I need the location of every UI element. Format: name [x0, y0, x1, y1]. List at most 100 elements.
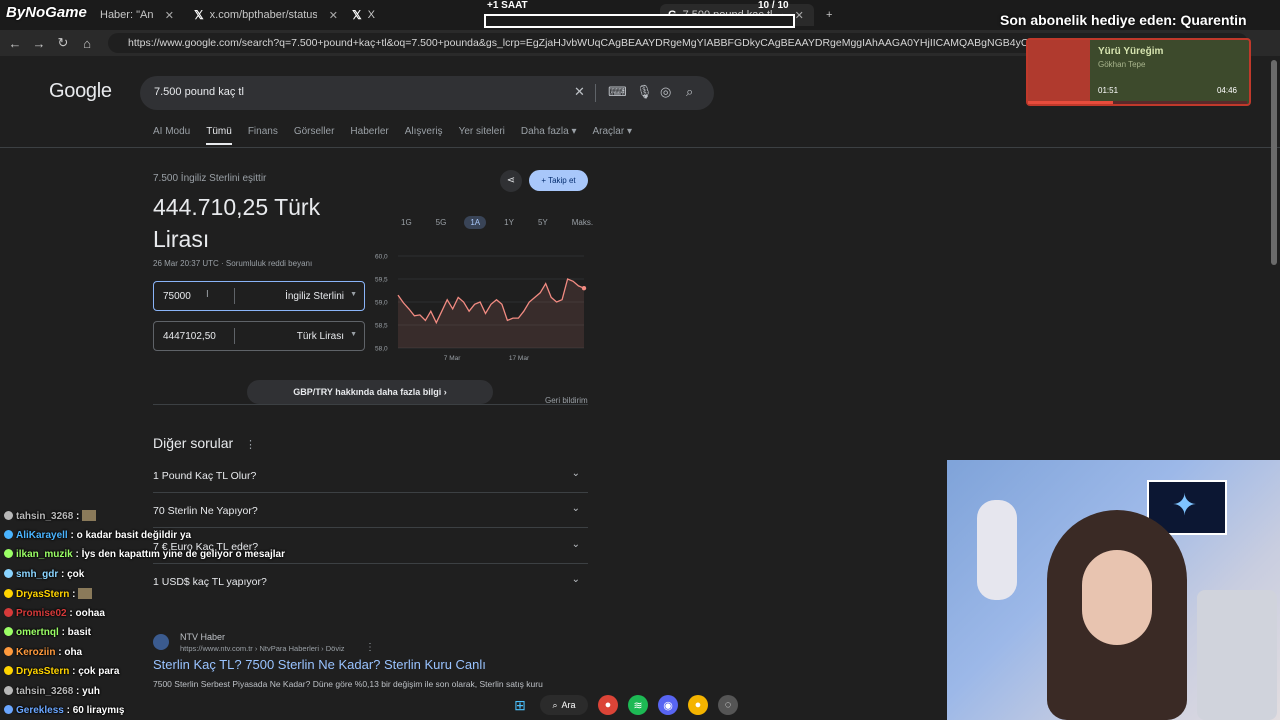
tab-all[interactable]: Tümü — [206, 126, 232, 145]
series-area — [398, 279, 584, 348]
total-time: 04:46 — [1216, 86, 1237, 95]
new-tab-button[interactable]: + — [818, 4, 840, 26]
range-5y[interactable]: 5Y — [532, 216, 554, 229]
microphone-icon[interactable]: 🎙 — [636, 84, 653, 100]
forward-icon[interactable]: → — [27, 36, 51, 51]
clear-icon[interactable]: ✕ — [574, 84, 585, 100]
chat-username: tahsin_3268 — [16, 685, 77, 697]
webcam-feed: ✦ — [947, 460, 1280, 720]
song-progress-bar — [1028, 101, 1247, 104]
google-logo[interactable]: Google — [49, 80, 112, 103]
follow-button[interactable]: + Takip et — [529, 170, 588, 191]
chat-badge-icon — [4, 666, 13, 675]
tab-places[interactable]: Yer siteleri — [459, 126, 505, 145]
chat-text: : — [76, 511, 80, 522]
back-icon[interactable]: ← — [3, 36, 27, 51]
elapsed-time: 01:51 — [1098, 86, 1119, 95]
chat-badge-icon — [4, 627, 13, 636]
tab-shopping[interactable]: Alışveriş — [405, 126, 443, 145]
close-icon[interactable]: ✕ — [795, 9, 804, 22]
x-tick-label: 17 Mar — [509, 355, 530, 362]
tab-x[interactable]: 𝕏 X — [344, 4, 479, 26]
y-tick-label: 59,5 — [375, 277, 388, 284]
tab-more[interactable]: Daha fazla ▾ — [521, 126, 577, 145]
chevron-down-icon[interactable]: ⌄ — [572, 468, 580, 479]
tab-images[interactable]: Görseller — [294, 126, 335, 145]
close-icon[interactable]: ✕ — [329, 9, 338, 22]
discord-icon[interactable]: ◉ — [658, 695, 678, 715]
album-art — [1028, 40, 1090, 104]
dropdown-arrow-icon[interactable]: ▼ — [350, 331, 357, 338]
paa-question[interactable]: 1 Pound Kaç TL Olur? ⌄ — [153, 458, 588, 493]
chat-message: omertnql : basit — [4, 627, 91, 638]
stream-logo: ByNoGame — [6, 4, 87, 21]
chat-username: Promise02 — [16, 607, 70, 619]
chevron-down-icon[interactable]: ⌄ — [572, 574, 580, 585]
sub-count: 10 / 10 — [758, 0, 789, 11]
y-tick-label: 60,0 — [375, 254, 388, 261]
chat-emote-icon — [78, 588, 93, 599]
from-amount-input[interactable]: 75000 — [163, 291, 191, 302]
tab-ai-mode[interactable]: AI Modu — [153, 126, 190, 145]
tab-tools[interactable]: Araçlar ▾ — [593, 126, 632, 145]
more-vert-icon[interactable]: ⋮ — [245, 439, 256, 451]
search-box[interactable]: 7.500 pound kaç tl ✕ ⌨ 🎙 ◎ ⌕ — [140, 76, 714, 110]
tab-haber[interactable]: Haber: "Antalya'd ✕ — [92, 4, 182, 26]
chat-username: tahsin_3268 — [16, 511, 77, 522]
chevron-down-icon[interactable]: ⌄ — [572, 539, 580, 550]
to-amount-input[interactable]: 4447102,50 — [163, 331, 216, 342]
to-currency-box[interactable]: 4447102,50 Türk Lirası ▼ — [153, 321, 365, 351]
close-icon[interactable]: ✕ — [165, 9, 174, 22]
butterfly-icon: ✦ — [1172, 489, 1198, 522]
home-icon[interactable]: ⌂ — [75, 36, 99, 51]
chat-badge-icon — [4, 568, 13, 578]
chat-message: AliKarayell : o kadar basit değildir ya — [4, 529, 191, 541]
search-tabs: AI Modu Tümü Finans Görseller Haberler A… — [153, 126, 632, 145]
range-1y[interactable]: 1Y — [498, 216, 520, 229]
last-point — [581, 286, 587, 291]
chrome-active-icon[interactable]: ● — [688, 695, 708, 715]
search-icon[interactable]: ⌕ — [686, 84, 693, 100]
divider — [153, 404, 588, 405]
scrollbar[interactable] — [1271, 60, 1277, 265]
range-1d[interactable]: 1G — [395, 216, 418, 229]
keyboard-icon[interactable]: ⌨ — [608, 84, 627, 100]
chat-badge-icon — [4, 705, 13, 714]
to-currency-select[interactable]: Türk Lirası — [297, 331, 344, 342]
range-1m[interactable]: 1A — [464, 216, 487, 229]
search-input[interactable]: 7.500 pound kaç tl — [154, 86, 244, 98]
chat-badge-icon — [4, 589, 13, 598]
exchange-rate-chart[interactable]: 60,0 59,5 59,0 58,5 58,0 7 Mar 17 Mar — [372, 248, 590, 366]
paa-title-text: Diğer sorular — [153, 435, 234, 451]
taskbar-search[interactable]: ⌕ Ara — [540, 695, 588, 715]
tab-finance[interactable]: Finans — [248, 126, 278, 145]
timestamp[interactable]: 26 Mar 20:37 UTC · Sorumluluk reddi beya… — [153, 259, 312, 268]
from-currency-box[interactable]: 75000 I İngiliz Sterlini ▼ — [153, 281, 365, 311]
more-vert-icon[interactable]: ⋮ — [365, 642, 375, 653]
chevron-down-icon[interactable]: ⌄ — [572, 503, 580, 514]
chat-badge-icon — [4, 685, 13, 695]
y-tick-label: 58,5 — [375, 323, 388, 330]
tab-label: Haber: "Antalya'd — [100, 9, 153, 21]
reload-icon[interactable]: ↻ — [51, 35, 75, 51]
app-icon[interactable]: ◌ — [718, 695, 738, 715]
chat-username: Keroziin — [16, 646, 59, 658]
tab-news[interactable]: Haberler — [350, 126, 388, 145]
from-currency-select[interactable]: İngiliz Sterlini — [285, 291, 344, 302]
more-info-button[interactable]: GBP/TRY hakkında daha fazla bilgi › — [247, 380, 493, 404]
chrome-icon[interactable]: ● — [598, 695, 618, 715]
chat-username: ilkan_muzik — [16, 549, 76, 560]
hours-label: +1 SAAT — [487, 0, 528, 11]
range-5d[interactable]: 5G — [430, 216, 453, 229]
question-text: 1 Pound Kaç TL Olur? — [153, 470, 257, 482]
divider — [0, 147, 1280, 148]
lens-icon[interactable]: ◎ — [660, 84, 671, 100]
spotify-icon[interactable]: ≋ — [628, 695, 648, 715]
dropdown-arrow-icon[interactable]: ▼ — [350, 291, 357, 298]
text-cursor-icon: I — [206, 289, 209, 300]
windows-start-icon[interactable]: ⊞ — [510, 695, 530, 715]
share-button[interactable]: ⋖ — [500, 170, 522, 192]
chat-text: : oohaa — [69, 607, 105, 619]
tab-xcom-status[interactable]: 𝕏 x.com/bpthaber/status/203679 ✕ — [186, 4, 346, 26]
range-max[interactable]: Maks. — [566, 216, 599, 229]
